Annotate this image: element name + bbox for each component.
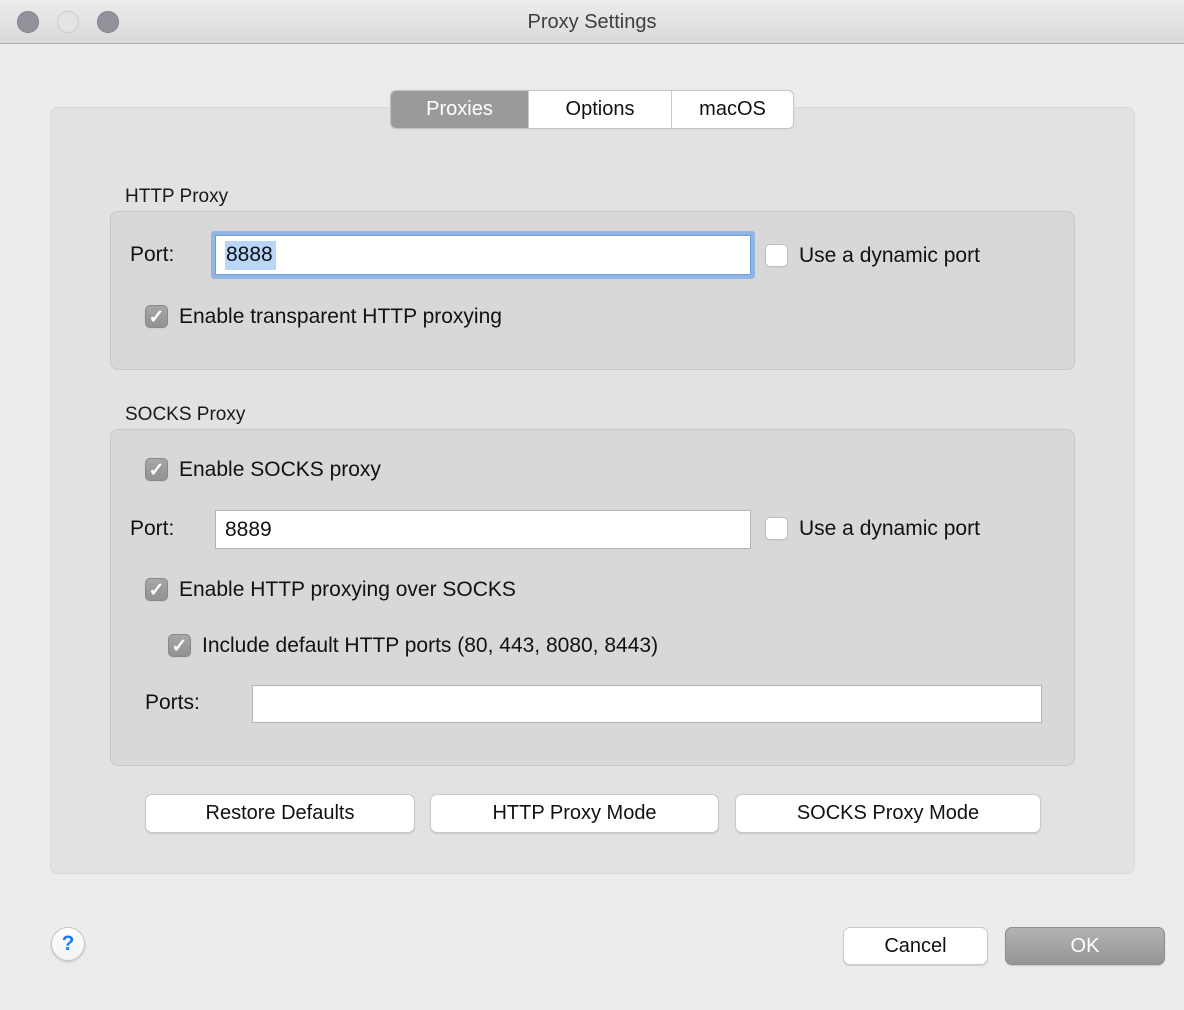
socks-port-field[interactable] (215, 510, 751, 549)
socks-proxy-mode-button[interactable]: SOCKS Proxy Mode (735, 794, 1041, 833)
http-port-label: Port: (130, 243, 174, 267)
help-button[interactable]: ? (51, 927, 85, 961)
socks-include-defaults-checkbox[interactable] (168, 634, 191, 657)
socks-dynamic-port-checkbox[interactable] (765, 517, 788, 540)
tab-options[interactable]: Options (528, 91, 671, 128)
socks-dynamic-port-label[interactable]: Use a dynamic port (799, 516, 980, 541)
title-bar: Proxy Settings (0, 0, 1184, 44)
http-port-field[interactable]: 8888 (215, 235, 751, 275)
restore-defaults-button[interactable]: Restore Defaults (145, 794, 415, 833)
http-port-value: 8888 (225, 241, 276, 270)
http-proxy-section-header: HTTP Proxy (125, 186, 228, 208)
tab-proxies[interactable]: Proxies (391, 91, 528, 128)
http-proxy-mode-button[interactable]: HTTP Proxy Mode (430, 794, 719, 833)
http-dynamic-port-checkbox[interactable] (765, 244, 788, 267)
socks-ports-field[interactable] (252, 685, 1042, 723)
socks-proxy-section-header: SOCKS Proxy (125, 404, 245, 426)
http-transparent-label[interactable]: Enable transparent HTTP proxying (179, 304, 502, 329)
proxy-settings-window: Proxy Settings Proxies Options macOS HTT… (0, 0, 1184, 1010)
socks-http-over-socks-checkbox[interactable] (145, 578, 168, 601)
cancel-button[interactable]: Cancel (843, 927, 988, 965)
socks-enable-checkbox[interactable] (145, 458, 168, 481)
socks-port-label: Port: (130, 517, 174, 541)
http-dynamic-port-label[interactable]: Use a dynamic port (799, 243, 980, 268)
tab-macos[interactable]: macOS (671, 91, 793, 128)
socks-ports-label: Ports: (145, 691, 200, 715)
socks-http-over-socks-label[interactable]: Enable HTTP proxying over SOCKS (179, 577, 516, 602)
socks-include-defaults-label[interactable]: Include default HTTP ports (80, 443, 808… (202, 633, 658, 658)
tab-bar: Proxies Options macOS (390, 90, 794, 129)
window-title: Proxy Settings (0, 0, 1184, 44)
ok-button[interactable]: OK (1005, 927, 1165, 965)
question-mark-icon: ? (62, 932, 75, 955)
socks-enable-label[interactable]: Enable SOCKS proxy (179, 457, 381, 482)
http-transparent-checkbox[interactable] (145, 305, 168, 328)
